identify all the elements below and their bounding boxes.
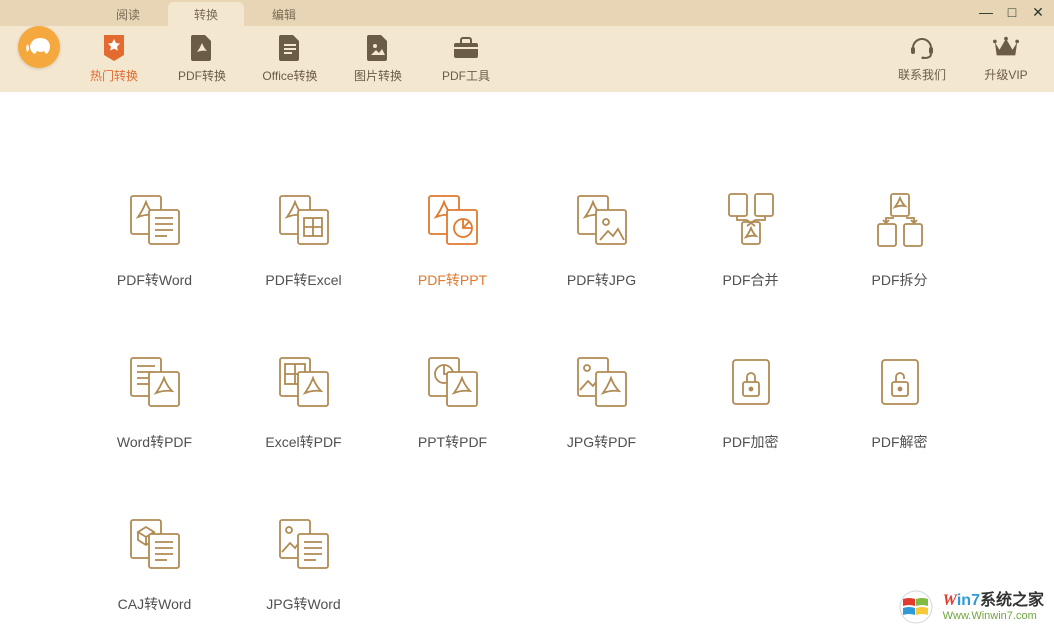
pdf-to-excel[interactable]: PDF转Excel (239, 192, 368, 290)
pdf-to-ppt[interactable]: PDF转PPT (388, 192, 517, 290)
toolbar: 热门转换 PDF转换 Office转换 图片转换 PDF工具 (0, 26, 1054, 92)
ppt-to-pdf[interactable]: PPT转PDF (388, 354, 517, 452)
windows-logo-icon (897, 590, 935, 624)
pdf-decrypt-icon (872, 354, 928, 410)
toolbar-pdf-tools[interactable]: PDF工具 (436, 35, 496, 84)
pdf-encrypt-icon (723, 354, 779, 410)
pdf-decrypt-label: PDF解密 (872, 432, 928, 452)
toolbar-image-convert[interactable]: 图片转换 (348, 35, 408, 84)
pdf-split-icon (872, 192, 928, 248)
maximize-button[interactable]: □ (1004, 4, 1020, 21)
pdf-split-label: PDF拆分 (872, 270, 928, 290)
pdf-to-word[interactable]: PDF转Word (90, 192, 219, 290)
pdf-to-ppt-label: PDF转PPT (418, 270, 487, 290)
jpg-to-pdf-label: JPG转PDF (567, 432, 636, 452)
caj-to-word[interactable]: CAJ转Word (90, 516, 219, 614)
pdf-decrypt[interactable]: PDF解密 (835, 354, 964, 452)
jpg-to-word[interactable]: JPG转Word (239, 516, 368, 614)
watermark-url: Www.Winwin7.com (943, 610, 1044, 622)
excel-to-pdf[interactable]: Excel转PDF (239, 354, 368, 452)
titlebar: 阅读 转换 编辑 — □ ✕ (0, 0, 1054, 26)
excel-to-pdf-label: Excel转PDF (265, 432, 341, 452)
jpg-to-word-label: JPG转Word (266, 594, 340, 614)
tab-edit-label: 编辑 (272, 6, 296, 23)
pdf-to-jpg-icon (574, 192, 630, 248)
elephant-icon (24, 36, 54, 58)
pdf-file-icon (189, 35, 215, 61)
minimize-button[interactable]: — (978, 4, 994, 21)
pdf-to-excel-icon (276, 192, 332, 248)
image-file-icon (365, 35, 391, 61)
crown-icon (993, 34, 1019, 60)
pdf-merge-label: PDF合并 (723, 270, 779, 290)
toolbar-items: 热门转换 PDF转换 Office转换 图片转换 PDF工具 (84, 35, 496, 84)
pdf-merge-icon (723, 192, 779, 248)
toolbar-pdf-label: PDF转换 (178, 67, 226, 84)
word-to-pdf[interactable]: Word转PDF (90, 354, 219, 452)
caj-to-word-icon (127, 516, 183, 572)
toolbar-office-label: Office转换 (262, 67, 317, 84)
watermark: Win7系统之家 Www.Winwin7.com (897, 590, 1044, 624)
pdf-to-word-icon (127, 192, 183, 248)
word-to-pdf-icon (127, 354, 183, 410)
upgrade-vip-button[interactable]: 升级VIP (976, 34, 1036, 83)
upgrade-vip-label: 升级VIP (984, 66, 1027, 83)
toolbar-hot-convert[interactable]: 热门转换 (84, 35, 144, 84)
pdf-encrypt-label: PDF加密 (723, 432, 779, 452)
office-file-icon (277, 35, 303, 61)
app-logo[interactable] (18, 26, 60, 68)
tab-read-label: 阅读 (116, 6, 140, 23)
pdf-merge[interactable]: PDF合并 (686, 192, 815, 290)
toolbar-office-convert[interactable]: Office转换 (260, 35, 320, 84)
pdf-to-word-label: PDF转Word (117, 270, 192, 290)
star-badge-icon (101, 35, 127, 61)
contact-us-label: 联系我们 (898, 66, 946, 83)
headset-icon (909, 34, 935, 60)
tab-read[interactable]: 阅读 (90, 2, 166, 26)
toolbar-tools-label: PDF工具 (442, 67, 490, 84)
jpg-to-pdf[interactable]: JPG转PDF (537, 354, 666, 452)
conversion-grid: PDF转Word PDF转Excel PDF转PPT (90, 192, 964, 614)
toolbox-icon (453, 35, 479, 61)
ppt-to-pdf-icon (425, 354, 481, 410)
conversion-grid-wrap: PDF转Word PDF转Excel PDF转PPT (0, 92, 1054, 614)
pdf-to-jpg[interactable]: PDF转JPG (537, 192, 666, 290)
tab-edit[interactable]: 编辑 (246, 2, 322, 26)
watermark-text: Win7系统之家 Www.Winwin7.com (943, 592, 1044, 622)
window-controls: — □ ✕ (978, 4, 1046, 21)
pdf-to-ppt-icon (425, 192, 481, 248)
pdf-encrypt[interactable]: PDF加密 (686, 354, 815, 452)
toolbar-hot-label: 热门转换 (90, 67, 138, 84)
pdf-to-excel-label: PDF转Excel (265, 270, 341, 290)
pdf-to-jpg-label: PDF转JPG (567, 270, 636, 290)
jpg-to-word-icon (276, 516, 332, 572)
ppt-to-pdf-label: PPT转PDF (418, 432, 487, 452)
contact-us-button[interactable]: 联系我们 (892, 34, 952, 83)
pdf-split[interactable]: PDF拆分 (835, 192, 964, 290)
word-to-pdf-label: Word转PDF (117, 432, 192, 452)
excel-to-pdf-icon (276, 354, 332, 410)
toolbar-right: 联系我们 升级VIP (892, 34, 1036, 83)
caj-to-word-label: CAJ转Word (118, 594, 192, 614)
tab-convert-label: 转换 (194, 6, 218, 23)
watermark-title: Win7系统之家 (943, 592, 1044, 610)
toolbar-image-label: 图片转换 (354, 67, 402, 84)
jpg-to-pdf-icon (574, 354, 630, 410)
tab-convert[interactable]: 转换 (168, 2, 244, 26)
close-button[interactable]: ✕ (1030, 4, 1046, 21)
toolbar-pdf-convert[interactable]: PDF转换 (172, 35, 232, 84)
